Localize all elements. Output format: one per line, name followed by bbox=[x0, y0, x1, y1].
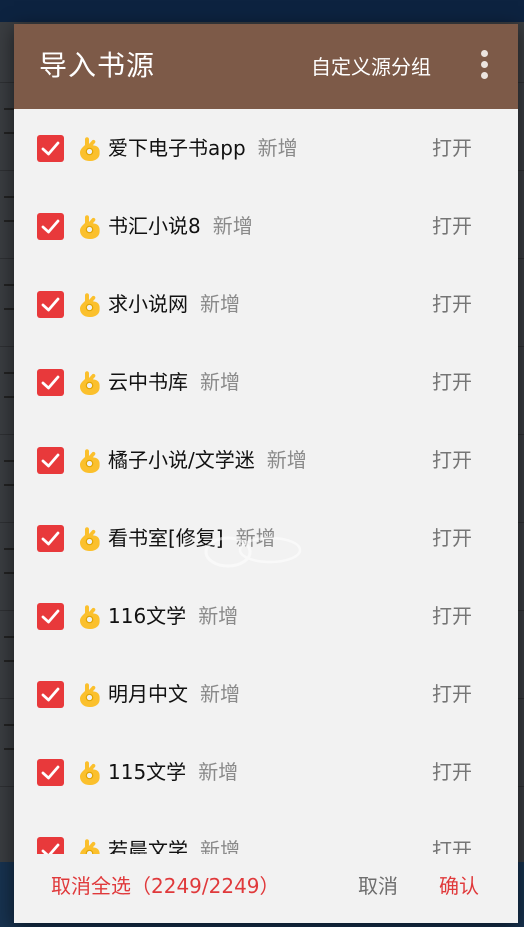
dialog-title: 导入书源 bbox=[39, 49, 156, 82]
ok-hand-icon bbox=[80, 527, 100, 551]
status-badge: 新增 bbox=[212, 214, 253, 238]
open-button[interactable]: 打开 bbox=[432, 523, 472, 553]
dialog-header: 导入书源 自定义源分组 bbox=[14, 24, 518, 109]
status-badge: 新增 bbox=[200, 838, 240, 854]
status-badge: 新增 bbox=[266, 448, 307, 472]
list-item[interactable]: 云中书库 新增 打开 bbox=[14, 343, 518, 421]
open-button[interactable]: 打开 bbox=[432, 133, 472, 163]
more-vert-icon[interactable] bbox=[476, 50, 492, 84]
open-button[interactable]: 打开 bbox=[432, 445, 472, 475]
status-badge: 新增 bbox=[257, 136, 298, 160]
list-item[interactable]: 116文学 新增 打开 bbox=[14, 577, 518, 655]
source-name-text: 爱下电子书app bbox=[108, 136, 246, 160]
source-name: 书汇小说8 新增 bbox=[108, 211, 253, 241]
source-name-text: 116文学 bbox=[108, 604, 187, 628]
ok-hand-icon bbox=[80, 449, 100, 473]
open-button[interactable]: 打开 bbox=[432, 367, 472, 397]
item-checkbox[interactable] bbox=[37, 681, 64, 708]
status-badge: 新增 bbox=[200, 370, 240, 394]
open-button[interactable]: 打开 bbox=[432, 757, 472, 787]
ok-hand-icon bbox=[80, 371, 100, 395]
item-checkbox[interactable] bbox=[37, 447, 64, 474]
open-button[interactable]: 打开 bbox=[432, 835, 472, 854]
item-checkbox[interactable] bbox=[37, 213, 64, 240]
ok-hand-icon bbox=[80, 761, 100, 785]
custom-group-button[interactable]: 自定义源分组 bbox=[311, 52, 431, 82]
source-name-text: 书汇小说8 bbox=[108, 214, 201, 238]
source-name: 115文学 新增 bbox=[108, 757, 238, 787]
confirm-button[interactable]: 确认 bbox=[439, 871, 479, 901]
source-name: 云中书库 新增 bbox=[108, 367, 240, 397]
source-name-text: 115文学 bbox=[108, 760, 187, 784]
status-badge: 新增 bbox=[198, 760, 239, 784]
source-name-text: 橘子小说/文学迷 bbox=[108, 448, 255, 472]
source-name: 爱下电子书app 新增 bbox=[108, 133, 298, 163]
status-badge: 新增 bbox=[200, 682, 240, 706]
source-name: 橘子小说/文学迷 新增 bbox=[108, 445, 307, 475]
import-source-dialog: 导入书源 自定义源分组 爱下电子书app 新增 打开 书汇小说8 新增 打开 求… bbox=[14, 24, 518, 923]
list-item[interactable]: 书汇小说8 新增 打开 bbox=[14, 187, 518, 265]
source-list[interactable]: 爱下电子书app 新增 打开 书汇小说8 新增 打开 求小说网 新增 打开 云中书库新… bbox=[14, 109, 518, 854]
list-item[interactable]: 橘子小说/文学迷 新增 打开 bbox=[14, 421, 518, 499]
source-name-text: 求小说网 bbox=[108, 292, 188, 316]
ok-hand-icon bbox=[80, 137, 100, 161]
cancel-button[interactable]: 取消 bbox=[358, 871, 398, 901]
list-item[interactable]: 爱下电子书app 新增 打开 bbox=[14, 109, 518, 187]
source-name: 若晨文学 新增 bbox=[108, 835, 240, 854]
open-button[interactable]: 打开 bbox=[432, 679, 472, 709]
status-badge: 新增 bbox=[198, 604, 239, 628]
item-checkbox[interactable] bbox=[37, 525, 64, 552]
list-item[interactable]: 115文学 新增 打开 bbox=[14, 733, 518, 811]
dialog-footer: 取消全选（2249/2249） 取消 确认 bbox=[14, 854, 518, 923]
open-button[interactable]: 打开 bbox=[432, 211, 472, 241]
list-item[interactable]: 求小说网 新增 打开 bbox=[14, 265, 518, 343]
status-badge: 新增 bbox=[200, 292, 240, 316]
ok-hand-icon bbox=[80, 293, 100, 317]
open-button[interactable]: 打开 bbox=[432, 289, 472, 319]
item-checkbox[interactable] bbox=[37, 603, 64, 630]
source-name-text: 若晨文学 bbox=[108, 838, 188, 854]
ok-hand-icon bbox=[80, 215, 100, 239]
watermark-logo bbox=[204, 536, 302, 568]
item-checkbox[interactable] bbox=[37, 759, 64, 786]
source-name: 明月中文 新增 bbox=[108, 679, 240, 709]
item-checkbox[interactable] bbox=[37, 369, 64, 396]
source-name-text: 云中书库 bbox=[108, 370, 188, 394]
status-bar bbox=[0, 0, 524, 22]
item-checkbox[interactable] bbox=[37, 837, 64, 854]
item-checkbox[interactable] bbox=[37, 135, 64, 162]
open-button[interactable]: 打开 bbox=[432, 601, 472, 631]
ok-hand-icon bbox=[80, 683, 100, 707]
source-name: 116文学 新增 bbox=[108, 601, 238, 631]
item-checkbox[interactable] bbox=[37, 291, 64, 318]
deselect-all-button[interactable]: 取消全选（2249/2249） bbox=[51, 871, 280, 901]
ok-hand-icon bbox=[80, 605, 100, 629]
source-name: 求小说网 新增 bbox=[108, 289, 240, 319]
source-name-text: 明月中文 bbox=[108, 682, 188, 706]
list-item[interactable]: 明月中文 新增 打开 bbox=[14, 655, 518, 733]
list-item[interactable]: 若晨文学 新增 打开 bbox=[14, 811, 518, 854]
ok-hand-icon bbox=[80, 839, 100, 854]
